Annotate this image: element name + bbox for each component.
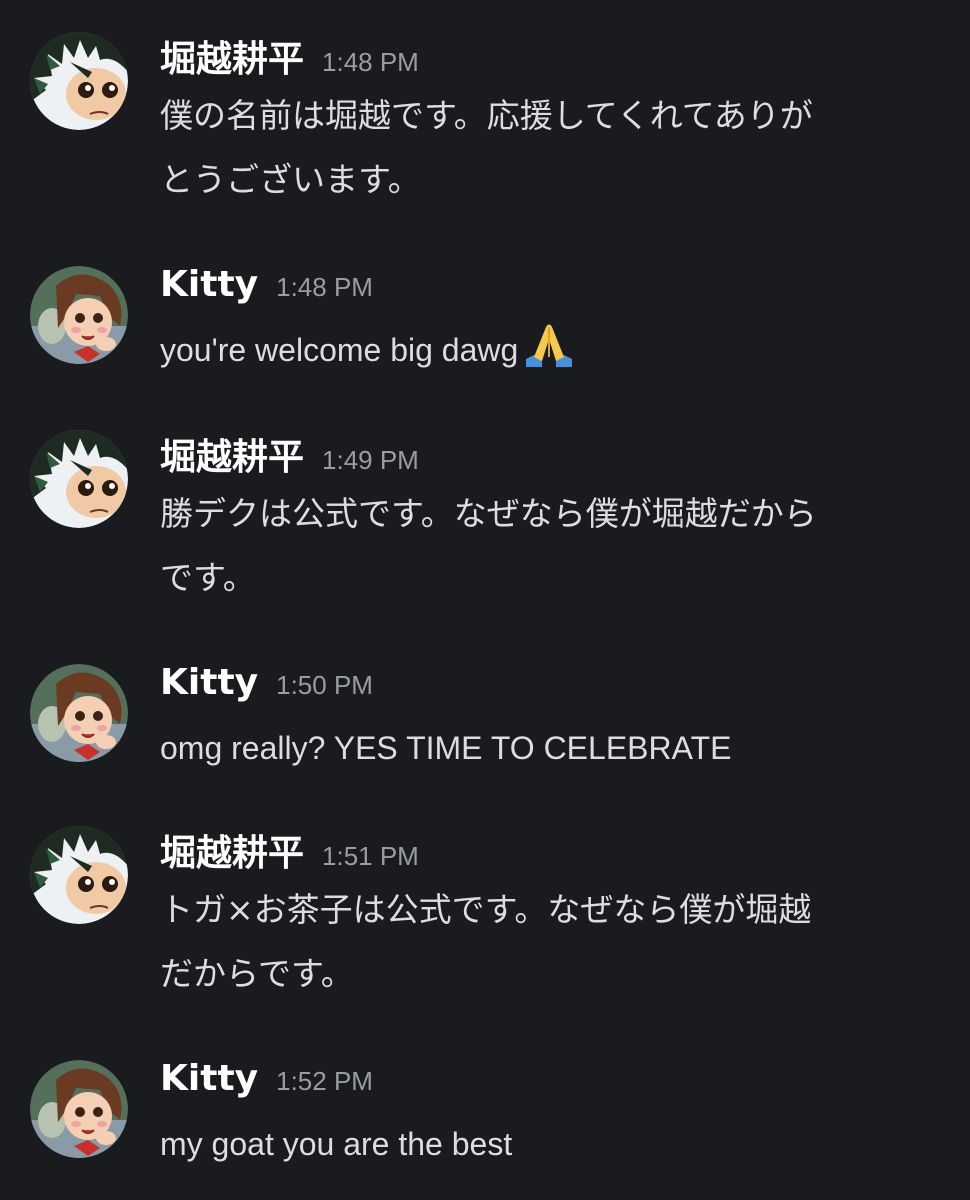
message-timestamp: 1:48 PM [322,47,419,77]
uraraka-avatar-icon[interactable] [30,1060,128,1158]
deku-avatar-image [30,32,128,130]
message-text: omg really? YES TIME TO CELEBRATE [160,730,732,766]
uraraka-avatar-icon[interactable] [30,664,128,762]
chat-message-list: 堀越耕平 1:48 PM 僕の名前は堀越です。応援してくれてありが とうございます… [0,0,970,1200]
message-line: トガ×お茶子は公式です。なぜなら僕が堀越 [160,890,812,929]
deku-avatar-icon[interactable] [30,430,128,528]
message-line: とうございます。 [160,160,421,199]
message-line: です。 [160,558,256,597]
deku-avatar-icon[interactable] [30,32,128,130]
message-author[interactable]: 堀越耕平 [160,833,304,874]
message-line: だからです。 [160,954,354,993]
uraraka-avatar-image [30,1060,128,1158]
message-content: omg really? YES TIME TO CELEBRATE [160,716,950,780]
deku-avatar-image [30,826,128,924]
uraraka-avatar-image [30,266,128,364]
message-author[interactable]: Kitty [160,662,258,703]
message-author[interactable]: Kitty [160,264,258,305]
message-line: 勝デクは公式です。なぜなら僕が堀越だから [160,494,817,533]
message-text: my goat you are the best [160,1126,513,1162]
message-author[interactable]: Kitty [160,1058,258,1099]
message-content: 勝デクは公式です。なぜなら僕が堀越だから です。 [160,482,950,610]
deku-avatar-image [30,430,128,528]
message-text: you're welcome big dawg [160,332,519,368]
message-author[interactable]: 堀越耕平 [160,437,304,478]
message-content: 僕の名前は堀越です。応援してくれてありが とうございます。 [160,84,950,212]
folded-hands-icon [526,324,573,367]
message-timestamp: 1:50 PM [276,670,373,700]
uraraka-avatar-icon[interactable] [30,266,128,364]
message-timestamp: 1:52 PM [276,1066,373,1096]
deku-avatar-icon[interactable] [30,826,128,924]
message-line: 僕の名前は堀越です。応援してくれてありが [160,96,813,135]
message-timestamp: 1:49 PM [322,445,419,475]
message-author[interactable]: 堀越耕平 [160,39,304,80]
message-timestamp: 1:48 PM [276,272,373,302]
message-timestamp: 1:51 PM [322,841,419,871]
uraraka-avatar-image [30,664,128,762]
message-content: you're welcome big dawg [160,318,950,382]
message-content: my goat you are the best [160,1112,950,1176]
message-content: トガ×お茶子は公式です。なぜなら僕が堀越 だからです。 [160,878,950,1006]
